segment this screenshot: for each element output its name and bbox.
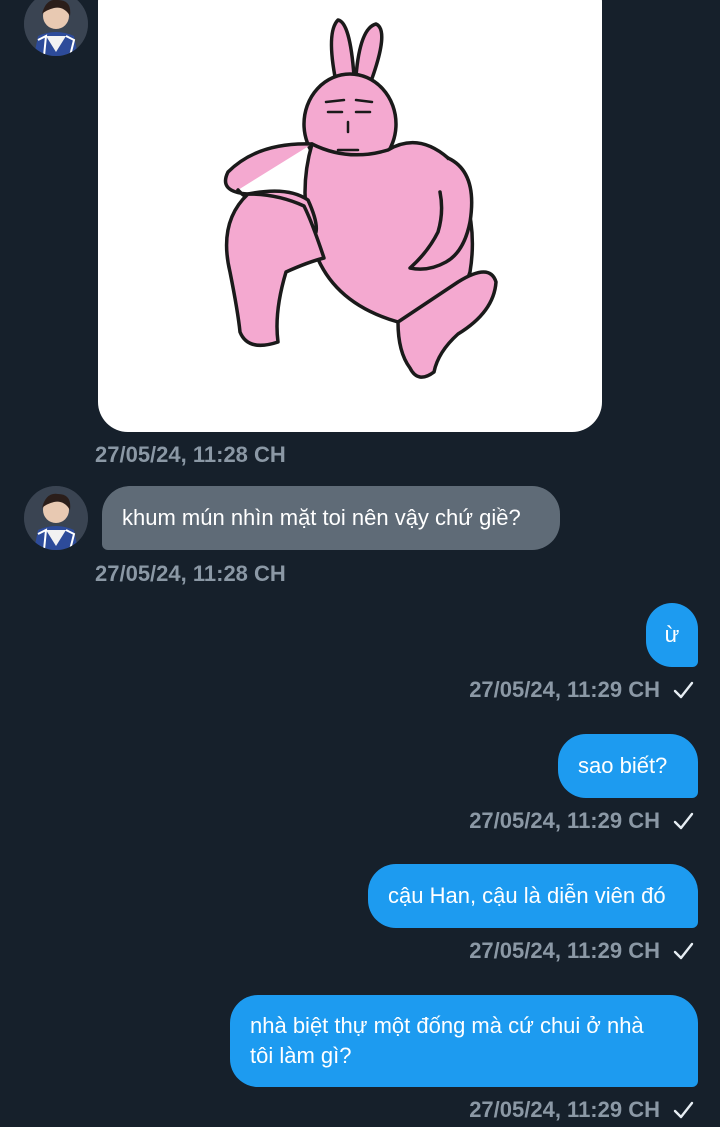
message-bubble-sent[interactable]: ừ: [646, 603, 698, 667]
message-timestamp: 27/05/24, 11:29 CH: [469, 677, 660, 702]
message-bubble-sent[interactable]: nhà biệt thự một đống mà cứ chui ở nhà t…: [230, 995, 698, 1087]
message-timestamp: 27/05/24, 11:28 CH: [95, 561, 286, 586]
avatar[interactable]: [24, 486, 88, 550]
message-bubble-sent[interactable]: cậu Han, cậu là diễn viên đó: [368, 864, 698, 928]
sticker-image[interactable]: [98, 0, 602, 432]
message-timestamp: 27/05/24, 11:29 CH: [469, 1097, 660, 1122]
message-meta: 27/05/24, 11:29 CH: [469, 807, 694, 835]
message-meta: 27/05/24, 11:29 CH: [469, 937, 694, 965]
message-bubble-sent[interactable]: sao biết?: [558, 734, 698, 798]
message-timestamp: 27/05/24, 11:29 CH: [469, 938, 660, 963]
message-timestamp: 27/05/24, 11:28 CH: [95, 442, 286, 467]
check-icon: [673, 1101, 694, 1119]
message-timestamp: 27/05/24, 11:29 CH: [469, 808, 660, 833]
message-bubble-received[interactable]: khum mún nhìn mặt toi nên vậy chứ giề?: [102, 486, 560, 550]
avatar[interactable]: [24, 0, 88, 56]
check-icon: [673, 812, 694, 830]
check-icon: [673, 681, 694, 699]
message-meta: 27/05/24, 11:29 CH: [469, 676, 694, 704]
chat-thread: 27/05/24, 11:28 CH khum mún nhìn mặt toi…: [0, 0, 720, 1127]
check-icon: [673, 942, 694, 960]
message-meta: 27/05/24, 11:29 CH: [469, 1096, 694, 1124]
